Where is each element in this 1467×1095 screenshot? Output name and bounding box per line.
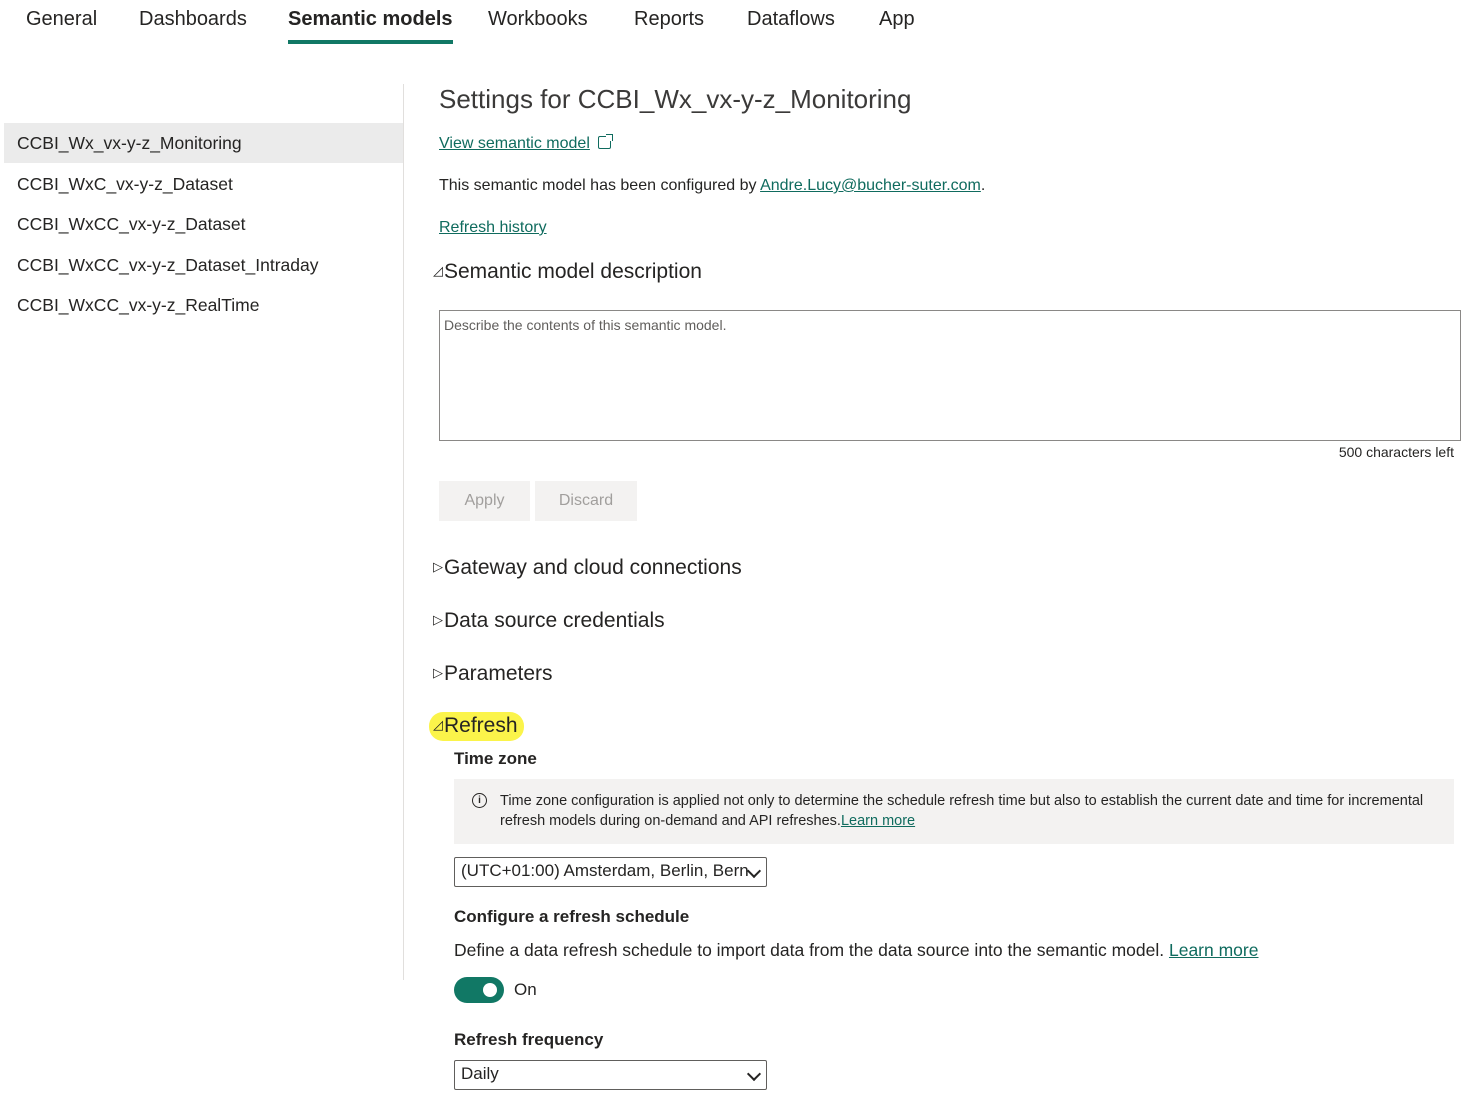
page-title: Settings for CCBI_Wx_vx-y-z_Monitoring bbox=[439, 84, 912, 114]
section-credentials-header[interactable]: ▷Data source credentials bbox=[433, 609, 665, 633]
time-zone-info-box: i Time zone configuration is applied not… bbox=[454, 779, 1454, 844]
collapsed-triangle-icon: ▷ bbox=[433, 612, 443, 627]
refresh-schedule-toggle[interactable] bbox=[454, 977, 504, 1003]
configured-by-text: This semantic model has been configured … bbox=[439, 177, 985, 195]
tab-workbooks[interactable]: Workbooks bbox=[488, 8, 588, 44]
expanded-triangle-icon: ◿ bbox=[433, 263, 443, 278]
time-zone-select[interactable]: (UTC+01:00) Amsterdam, Berlin, Bern bbox=[454, 857, 767, 887]
time-zone-learn-more-link[interactable]: Learn more bbox=[841, 813, 915, 829]
time-zone-label: Time zone bbox=[454, 749, 537, 768]
description-input[interactable] bbox=[439, 310, 1461, 441]
expanded-triangle-icon: ◿ bbox=[433, 717, 443, 732]
configured-suffix: . bbox=[980, 177, 986, 194]
sidebar-item-wxc-dataset[interactable]: CCBI_WxC_vx-y-z_Dataset bbox=[4, 164, 403, 204]
tab-general[interactable]: General bbox=[26, 8, 97, 44]
discard-button[interactable]: Discard bbox=[535, 481, 637, 521]
section-description-title: Semantic model description bbox=[444, 260, 702, 283]
section-credentials-title: Data source credentials bbox=[444, 609, 665, 632]
collapsed-triangle-icon: ▷ bbox=[433, 559, 443, 574]
refresh-frequency-select[interactable]: Daily bbox=[454, 1060, 767, 1090]
chars-left-counter: 500 characters left bbox=[1338, 444, 1454, 460]
chevron-down-icon bbox=[746, 1066, 762, 1082]
settings-tabs: General Dashboards Semantic models Workb… bbox=[0, 0, 1467, 50]
section-refresh-title: Refresh bbox=[444, 714, 518, 737]
sidebar-item-wxcc-intraday[interactable]: CCBI_WxCC_vx-y-z_Dataset_Intraday bbox=[4, 245, 403, 285]
tab-dashboards[interactable]: Dashboards bbox=[139, 8, 247, 44]
section-gateway-header[interactable]: ▷Gateway and cloud connections bbox=[433, 556, 742, 580]
sidebar-divider bbox=[403, 84, 404, 980]
apply-button[interactable]: Apply bbox=[439, 481, 530, 521]
refresh-history-link[interactable]: Refresh history bbox=[439, 219, 547, 237]
sidebar-item-monitoring[interactable]: CCBI_Wx_vx-y-z_Monitoring bbox=[4, 123, 403, 163]
tab-dataflows[interactable]: Dataflows bbox=[747, 8, 835, 44]
section-refresh-header[interactable]: ◿Refresh bbox=[429, 712, 524, 741]
toggle-knob bbox=[483, 983, 497, 997]
section-gateway-title: Gateway and cloud connections bbox=[444, 556, 742, 579]
view-semantic-model-label: View semantic model bbox=[439, 135, 590, 152]
schedule-learn-more-link[interactable]: Learn more bbox=[1169, 940, 1259, 960]
section-parameters-title: Parameters bbox=[444, 662, 553, 685]
section-parameters-header[interactable]: ▷Parameters bbox=[433, 662, 553, 686]
refresh-schedule-label: Configure a refresh schedule bbox=[454, 907, 690, 926]
external-link-icon bbox=[597, 134, 613, 149]
info-icon: i bbox=[472, 793, 487, 808]
tab-semantic-models[interactable]: Semantic models bbox=[288, 8, 453, 44]
refresh-frequency-label: Refresh frequency bbox=[454, 1030, 604, 1049]
configured-prefix: This semantic model has been configured … bbox=[439, 177, 761, 194]
toggle-state-label: On bbox=[514, 980, 537, 999]
configured-email-link[interactable]: Andre.Lucy@bucher-suter.com bbox=[760, 177, 981, 194]
semantic-model-list: CCBI_Wx_vx-y-z_Monitoring CCBI_WxC_vx-y-… bbox=[4, 123, 403, 326]
section-description-header[interactable]: ◿Semantic model description bbox=[433, 260, 702, 284]
refresh-schedule-description: Define a data refresh schedule to import… bbox=[454, 940, 1258, 961]
refresh-frequency-value: Daily bbox=[461, 1064, 499, 1083]
view-semantic-model-link[interactable]: View semantic model bbox=[439, 134, 613, 153]
sidebar-item-wxcc-realtime[interactable]: CCBI_WxCC_vx-y-z_RealTime bbox=[4, 285, 403, 325]
time-zone-value: (UTC+01:00) Amsterdam, Berlin, Bern bbox=[461, 861, 749, 880]
schedule-desc-text: Define a data refresh schedule to import… bbox=[454, 940, 1165, 960]
time-zone-info-text: Time zone configuration is applied not o… bbox=[500, 793, 1424, 829]
tab-reports[interactable]: Reports bbox=[634, 8, 704, 44]
chevron-down-icon bbox=[746, 863, 762, 879]
collapsed-triangle-icon: ▷ bbox=[433, 665, 443, 680]
tab-app[interactable]: App bbox=[879, 8, 915, 44]
sidebar-item-wxcc-dataset[interactable]: CCBI_WxCC_vx-y-z_Dataset bbox=[4, 204, 403, 244]
refresh-highlight: ◿Refresh bbox=[429, 712, 524, 741]
